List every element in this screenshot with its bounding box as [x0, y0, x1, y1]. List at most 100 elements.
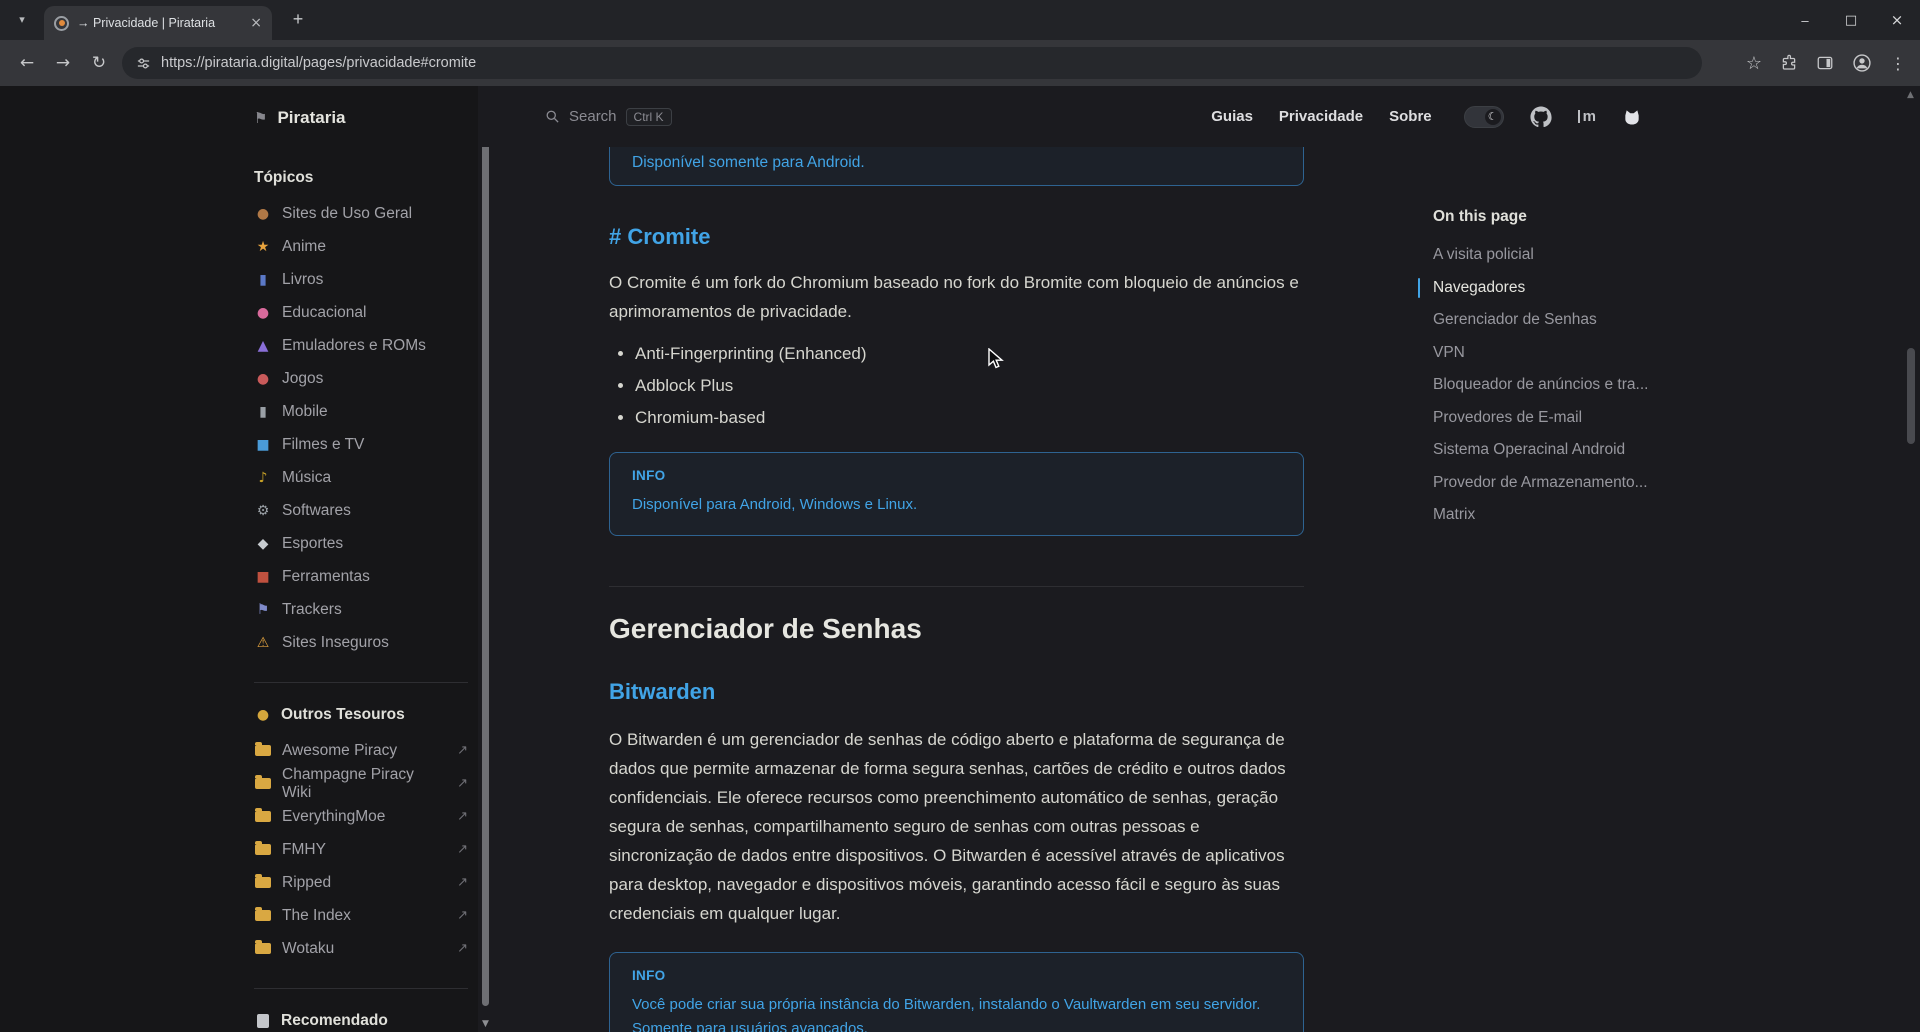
- menu-kebab-icon[interactable]: ⋮: [1890, 54, 1906, 73]
- sidebar-item-trackers[interactable]: ⚑ Trackers: [254, 593, 468, 626]
- forward-icon[interactable]: →: [46, 46, 80, 80]
- page-scrollbar[interactable]: ▲: [1905, 86, 1916, 1032]
- reload-icon[interactable]: ↻: [82, 46, 116, 80]
- sidebar-item-the-index[interactable]: The Index ↗: [254, 899, 468, 932]
- feature-item: Anti-Fingerprinting (Enhanced): [635, 338, 1304, 370]
- outline-item-provedores-de-e-mail[interactable]: Provedores de E-mail: [1433, 402, 1678, 435]
- sidebar-item-filmes-e-tv[interactable]: ■Filmes e TV: [254, 428, 468, 461]
- outline-item-bloqueador-de-anuncios-e-tra[interactable]: Bloqueador de anúncios e tra...: [1433, 369, 1678, 402]
- toolbox-icon: ■: [254, 569, 272, 585]
- document-icon: [257, 1014, 269, 1028]
- heading-cromite[interactable]: # Cromite: [609, 222, 1304, 252]
- sidebar-item-softwares[interactable]: ⚙Softwares: [254, 494, 468, 527]
- outline-item-a-visita-policial[interactable]: A visita policial: [1433, 239, 1678, 272]
- page-scroll-up-icon[interactable]: ▲: [1905, 90, 1916, 100]
- sidebar-item-label: Wotaku: [282, 940, 334, 958]
- search-label: Search: [569, 108, 617, 125]
- outline-item-vpn[interactable]: VPN: [1433, 337, 1678, 370]
- page-scrollbar-thumb[interactable]: [1907, 348, 1915, 444]
- tab-close-icon[interactable]: ×: [250, 16, 262, 30]
- sidebar-item-label: Esportes: [282, 535, 343, 553]
- sidebar-item-wotaku[interactable]: Wotaku↗: [254, 932, 468, 965]
- sidebar-item-emuladores-e-roms[interactable]: ▲Emuladores e ROMs: [254, 329, 468, 362]
- sidebar-item-label: Música: [282, 469, 331, 487]
- nav-link-guias[interactable]: Guias: [1211, 108, 1253, 125]
- external-link-icon: ↗: [457, 743, 468, 758]
- brand-name: Pirataria: [277, 108, 345, 128]
- sidebar-item-ferramentas[interactable]: ■Ferramentas: [254, 560, 468, 593]
- sidebar-item-label: Educacional: [282, 304, 366, 322]
- tab-search-icon[interactable]: ▾: [10, 9, 34, 31]
- outline-item-sistema-operacinal-android[interactable]: Sistema Operacinal Android: [1433, 434, 1678, 467]
- sidebar-item-champagne-piracy-wiki[interactable]: Champagne Piracy Wiki↗: [254, 767, 468, 800]
- pirate-flag-icon: ⚑: [254, 109, 267, 127]
- sidebar-scrollbar-thumb[interactable]: [482, 90, 489, 1006]
- theme-toggle[interactable]: ☾: [1464, 106, 1504, 128]
- folder-icon: [255, 745, 271, 756]
- heading-gerenciador-de-senhas[interactable]: Gerenciador de Senhas: [609, 611, 1304, 647]
- url-text: https://pirataria.digital/pages/privacid…: [161, 55, 476, 71]
- outline-label: Provedores de E-mail: [1433, 409, 1582, 427]
- extensions-icon[interactable]: [1780, 54, 1798, 72]
- sidebar-item-ripped[interactable]: Ripped↗: [254, 866, 468, 899]
- education-icon: ●: [254, 305, 272, 321]
- toolbar-right-icons: ☆ ⋮: [1746, 40, 1906, 86]
- outline-item-navegadores[interactable]: Navegadores: [1433, 272, 1678, 305]
- sidebar-item-mobile[interactable]: ▮Mobile: [254, 395, 468, 428]
- heading-bitwarden[interactable]: Bitwarden: [609, 677, 1304, 707]
- sidebar-item-awesome-piracy[interactable]: Awesome Piracy↗: [254, 734, 468, 767]
- folder-icon: [255, 778, 271, 789]
- back-icon[interactable]: ←: [10, 46, 44, 80]
- outline-label: Gerenciador de Senhas: [1433, 311, 1597, 329]
- external-link-icon: ↗: [457, 908, 468, 923]
- bookmark-star-icon[interactable]: ☆: [1746, 53, 1762, 74]
- phone-icon: ▮: [254, 404, 272, 420]
- music-icon: ♪: [254, 470, 272, 486]
- side-panel-icon[interactable]: [1816, 54, 1834, 72]
- sidebar-item-sites-de-uso-geral[interactable]: ●Sites de Uso Geral: [254, 197, 468, 230]
- sidebar-item-educacional[interactable]: ● Educacional: [254, 296, 468, 329]
- nav-links: Guias Privacidade Sobre ☾ m: [1211, 106, 1642, 128]
- window-maximize-button[interactable]: □: [1828, 0, 1874, 40]
- search-button[interactable]: Search Ctrl K: [545, 108, 672, 126]
- sidebar-item-livros[interactable]: ▮Livros: [254, 263, 468, 296]
- sidebar-item-label: Trackers: [282, 601, 342, 619]
- outline-item-provedor-de-armazenamento[interactable]: Provedor de Armazenamento...: [1433, 467, 1678, 500]
- new-tab-button[interactable]: +: [286, 8, 310, 32]
- treasure-icon: ●: [254, 707, 272, 723]
- sidebar-scroll-down-icon[interactable]: ▼: [481, 1019, 490, 1029]
- sidebar-item-esportes[interactable]: ◆Esportes: [254, 527, 468, 560]
- github-icon[interactable]: [1530, 106, 1552, 128]
- page-viewport: ⚑ Pirataria Tópicos●Sites de Uso Geral★A…: [0, 86, 1920, 1032]
- sidebar-item-anime[interactable]: ★Anime: [254, 230, 468, 263]
- folder-icon: [255, 811, 271, 822]
- external-link-icon: ↗: [457, 875, 468, 890]
- matrix-icon[interactable]: m: [1578, 110, 1596, 123]
- site-settings-icon[interactable]: [136, 56, 151, 71]
- sidebar-item-fmhy[interactable]: FMHY↗: [254, 833, 468, 866]
- info-box-bitwarden: INFO Você pode criar sua própria instânc…: [609, 952, 1304, 1032]
- sidebar-item-label: EverythingMoe: [282, 808, 385, 826]
- sidebar-item-jogos[interactable]: ●Jogos: [254, 362, 468, 395]
- sidebar-item-label: The Index: [282, 907, 351, 925]
- outline-label: VPN: [1433, 344, 1465, 362]
- nav-link-sobre[interactable]: Sobre: [1389, 108, 1432, 125]
- window-minimize-button[interactable]: –: [1782, 0, 1828, 40]
- address-bar[interactable]: https://pirataria.digital/pages/privacid…: [122, 47, 1702, 79]
- window-close-button[interactable]: ×: [1874, 0, 1920, 40]
- sidebar-item-everythingmoe[interactable]: EverythingMoe↗: [254, 800, 468, 833]
- outline-item-gerenciador-de-senhas[interactable]: Gerenciador de Senhas: [1433, 304, 1678, 337]
- brand[interactable]: ⚑ Pirataria: [254, 86, 478, 150]
- tracker-flag-icon: ⚑: [254, 602, 272, 618]
- sidebar-scrollbar[interactable]: ▼: [481, 86, 490, 1032]
- folder-icon: [255, 844, 271, 855]
- outline-item-matrix[interactable]: Matrix: [1433, 499, 1678, 532]
- profile-avatar-icon[interactable]: [1852, 53, 1872, 73]
- cat-icon[interactable]: [1622, 107, 1642, 127]
- sidebar-item-musica[interactable]: ♪ Música: [254, 461, 468, 494]
- browser-tab[interactable]: → Privacidade | Pirataria ×: [44, 6, 272, 40]
- sidebar-item-sites-inseguros[interactable]: ⚠Sites Inseguros: [254, 626, 468, 659]
- nav-link-privacidade[interactable]: Privacidade: [1279, 108, 1363, 125]
- sidebar-section-title: Recomendado: [254, 1012, 468, 1030]
- on-this-page-outline: On this page A visita policialNavegadore…: [1433, 203, 1678, 532]
